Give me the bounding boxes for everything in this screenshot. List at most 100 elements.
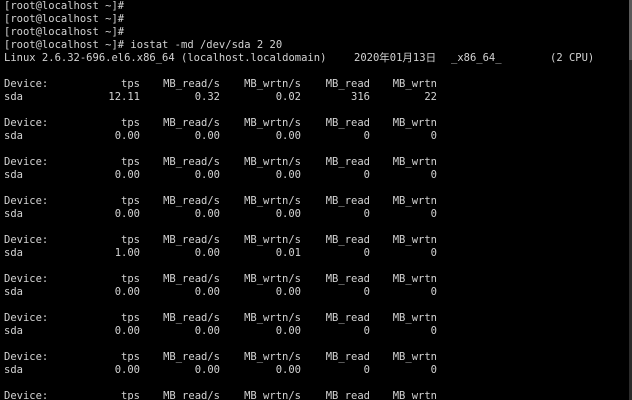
column-header: MB_wrtn <box>392 390 437 400</box>
cell-value: 0.00 <box>275 325 301 337</box>
cell-value: 0.00 <box>275 130 301 142</box>
cell-value: 22 <box>424 91 437 103</box>
column-header: MB_wrtn/s <box>244 273 301 285</box>
header-row: Device: tps MB_read/s MB_wrtn/s MB_read MB_wr… <box>4 117 632 130</box>
prompt-line: [root@localhost ~]# <box>4 26 125 38</box>
cell-value: 0.00 <box>275 169 301 181</box>
column-header: MB_read/s <box>163 312 220 324</box>
column-header: MB_read/s <box>163 234 220 246</box>
cell-value: 0.00 <box>194 247 220 259</box>
cell-value: sda <box>4 364 23 376</box>
column-header: MB_wrtn <box>392 195 437 207</box>
cell-value: 0 <box>363 325 370 337</box>
cell-value: 0.00 <box>114 208 140 220</box>
cell-value: 0.00 <box>114 130 140 142</box>
column-header: Device: <box>4 78 49 90</box>
header-row: Device: tps MB_read/s MB_wrtn/s MB_read MB_wr… <box>4 351 632 364</box>
data-row: sda 0.00 0.00 0.00 0 0 <box>4 208 632 221</box>
cell-value: 0 <box>430 130 437 142</box>
cell-value: 0 <box>363 364 370 376</box>
column-header: MB_read/s <box>163 78 220 90</box>
column-header: Device: <box>4 273 49 285</box>
column-header: tps <box>121 351 140 363</box>
column-header: MB_wrtn <box>392 156 437 168</box>
column-header: MB_read <box>325 351 370 363</box>
column-header: Device: <box>4 234 49 246</box>
column-header: tps <box>121 234 140 246</box>
cell-value: 0 <box>430 286 437 298</box>
cell-value: 0.00 <box>194 208 220 220</box>
column-header: MB_wrtn <box>392 312 437 324</box>
column-header: MB_read <box>325 273 370 285</box>
cell-value: 0.00 <box>114 364 140 376</box>
column-header: MB_read <box>325 312 370 324</box>
cell-value: 0 <box>363 286 370 298</box>
data-row: sda 0.00 0.00 0.00 0 0 <box>4 169 632 182</box>
data-row: sda 12.11 0.32 0.02 316 22 <box>4 91 632 104</box>
cell-value: 0.00 <box>114 325 140 337</box>
data-row: sda 0.00 0.00 0.00 0 0 <box>4 325 632 338</box>
column-header: MB_read <box>325 234 370 246</box>
column-header: MB_wrtn/s <box>244 78 301 90</box>
sysinfo-line: Linux 2.6.32-696.el6.x86_64 (localhost.l… <box>4 52 632 65</box>
header-row: Device: tps MB_read/s MB_wrtn/s MB_read MB_wr… <box>4 390 632 400</box>
terminal-window[interactable]: [root@localhost ~]# [root@localhost ~]# … <box>0 0 632 400</box>
column-header: MB_read/s <box>163 390 220 400</box>
column-header: MB_wrtn <box>392 273 437 285</box>
cell-value: 0.01 <box>275 247 301 259</box>
header-row: Device: tps MB_read/s MB_wrtn/s MB_read MB_wr… <box>4 195 632 208</box>
column-header: MB_read <box>325 78 370 90</box>
cell-value: 0.00 <box>114 286 140 298</box>
data-row: sda 0.00 0.00 0.00 0 0 <box>4 364 632 377</box>
header-row: Device: tps MB_read/s MB_wrtn/s MB_read MB_wr… <box>4 78 632 91</box>
cell-value: 1.00 <box>114 247 140 259</box>
cell-value: 0.00 <box>194 169 220 181</box>
header-row: Device: tps MB_read/s MB_wrtn/s MB_read MB_wr… <box>4 273 632 286</box>
data-row: sda 0.00 0.00 0.00 0 0 <box>4 130 632 143</box>
cell-value: 0.00 <box>275 364 301 376</box>
column-header: tps <box>121 273 140 285</box>
cell-value: 0 <box>430 325 437 337</box>
column-header: MB_read/s <box>163 351 220 363</box>
header-row: Device: tps MB_read/s MB_wrtn/s MB_read MB_wr… <box>4 312 632 325</box>
column-header: Device: <box>4 117 49 129</box>
cell-value: 12.11 <box>108 91 140 103</box>
cell-value: sda <box>4 286 23 298</box>
column-header: MB_wrtn/s <box>244 195 301 207</box>
column-header: Device: <box>4 312 49 324</box>
column-header: MB_wrtn/s <box>244 234 301 246</box>
cell-value: 0 <box>430 169 437 181</box>
column-header: Device: <box>4 351 49 363</box>
cell-value: 0.00 <box>194 325 220 337</box>
cell-value: 0.00 <box>194 286 220 298</box>
cpu-info: (2 CPU) <box>550 52 595 64</box>
column-header: MB_read/s <box>163 156 220 168</box>
prompt-line: [root@localhost ~]# <box>4 13 125 25</box>
header-row: Device: tps MB_read/s MB_wrtn/s MB_read MB_wr… <box>4 234 632 247</box>
column-header: MB_wrtn <box>392 234 437 246</box>
cell-value: 0 <box>363 208 370 220</box>
date-info: 2020年01月13日 <box>354 52 437 64</box>
column-header: MB_read <box>325 390 370 400</box>
cell-value: 0.00 <box>194 130 220 142</box>
column-header: MB_read <box>325 195 370 207</box>
column-header: MB_wrtn/s <box>244 156 301 168</box>
column-header: MB_wrtn/s <box>244 312 301 324</box>
column-header: MB_wrtn/s <box>244 351 301 363</box>
column-header: MB_wrtn <box>392 351 437 363</box>
cell-value: 316 <box>351 91 370 103</box>
column-header: MB_read/s <box>163 273 220 285</box>
column-header: MB_read <box>325 156 370 168</box>
cell-value: 0 <box>430 364 437 376</box>
cell-value: 0.32 <box>194 91 220 103</box>
column-header: tps <box>121 390 140 400</box>
iostat-output: Device: tps MB_read/s MB_wrtn/s MB_read MB_wr… <box>4 78 632 390</box>
cell-value: 0.02 <box>275 91 301 103</box>
cell-value: sda <box>4 247 23 259</box>
cell-value: 0.00 <box>275 208 301 220</box>
command-line: [root@localhost ~]# iostat -md /dev/sda … <box>4 39 283 51</box>
data-row: sda 1.00 0.00 0.01 0 0 <box>4 247 632 260</box>
column-header: Device: <box>4 195 49 207</box>
cell-value: sda <box>4 208 23 220</box>
column-header: tps <box>121 156 140 168</box>
